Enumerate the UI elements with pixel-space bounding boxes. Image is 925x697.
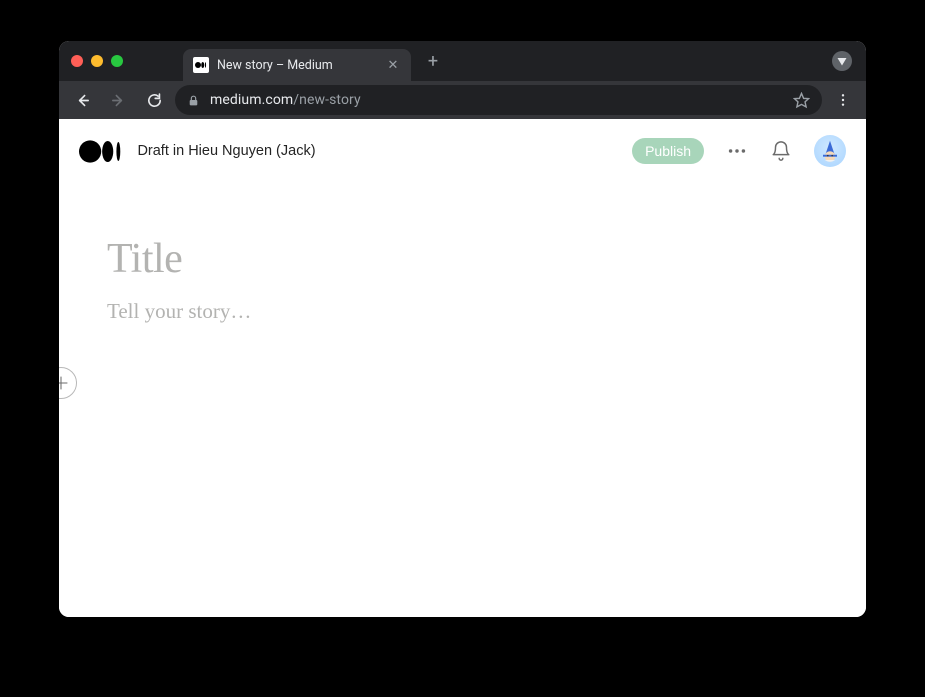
publish-button[interactable]: Publish [632,138,704,164]
url-path: /new-story [293,92,360,108]
browser-tab[interactable]: New story – Medium ✕ [183,49,411,81]
maximize-window-button[interactable] [111,55,123,67]
close-window-button[interactable] [71,55,83,67]
browser-toolbar: medium.com/new-story [59,81,866,119]
close-tab-button[interactable]: ✕ [385,58,401,73]
minimize-window-button[interactable] [91,55,103,67]
reload-button[interactable] [139,85,169,115]
avatar-button[interactable] [814,135,846,167]
lock-icon [187,94,200,107]
more-options-button[interactable] [726,140,748,162]
browser-profile-button[interactable] [832,51,852,71]
draft-status-label: Draft in Hieu Nguyen (Jack) [137,143,315,159]
forward-button[interactable] [103,85,133,115]
tab-strip: New story – Medium ✕ + [59,41,866,81]
url-host: medium.com [210,92,293,108]
medium-header: Draft in Hieu Nguyen (Jack) Publish [59,119,866,183]
body-input[interactable] [107,299,707,324]
bookmark-button[interactable] [793,92,810,109]
window-controls [71,55,123,67]
story-editor [59,183,866,324]
tab-title: New story – Medium [217,58,377,73]
address-bar[interactable]: medium.com/new-story [175,85,822,115]
back-button[interactable] [67,85,97,115]
browser-window: New story – Medium ✕ + medium.com/new-st… [59,41,866,617]
medium-logo[interactable] [79,139,123,164]
header-actions: Publish [632,135,846,167]
title-input[interactable] [107,235,707,283]
medium-favicon [193,57,209,73]
new-tab-button[interactable]: + [419,47,447,75]
page-content: Draft in Hieu Nguyen (Jack) Publish [59,119,866,617]
notifications-button[interactable] [770,140,792,162]
url-text: medium.com/new-story [210,92,783,108]
browser-menu-button[interactable] [828,85,858,115]
add-block-button[interactable] [59,367,77,399]
